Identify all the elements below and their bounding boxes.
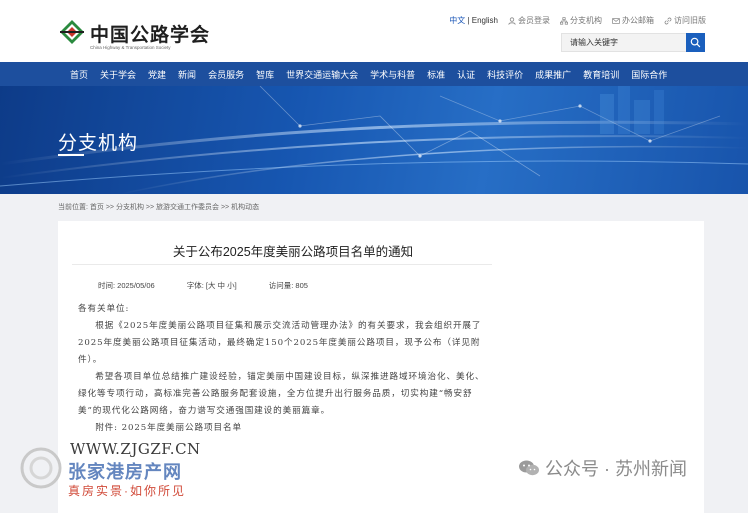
nav-item-think-tank[interactable]: 智库 [256,68,274,81]
nav-item-party[interactable]: 党建 [148,68,166,81]
wechat-icon [519,460,539,476]
search-input[interactable] [562,34,684,51]
attachment-link[interactable]: 附件: 2025年度美丽公路项目名单 [78,420,492,437]
link-icon [664,17,672,24]
search-icon [690,37,701,48]
search-box [561,33,705,52]
watermark-logo-icon [20,447,62,489]
search-button[interactable] [686,33,705,52]
main-nav: 首页 关于学会 党建 新闻 会员服务 智库 世界交通运输大会 学术与科普 标准 … [0,62,748,86]
mail-icon [612,17,620,24]
member-login-link[interactable]: 会员登录 [508,15,550,26]
nav-item-education[interactable]: 教育培训 [583,68,619,81]
article-body: 各有关单位: 根据《2025年度美丽公路项目征集和展示交流活动管理办法》的有关要… [78,301,492,437]
logo-emblem-icon [60,20,84,44]
banner-title: 分支机构 [58,133,139,154]
banner-underline [58,154,84,156]
logo-text: 中国公路学会 [90,24,211,46]
page-banner: 分支机构 [0,86,748,194]
publish-time: 时间: 2025/05/06 [98,281,155,290]
nav-item-certification[interactable]: 认证 [457,68,475,81]
nav-item-academic[interactable]: 学术与科普 [370,68,415,81]
watermark-url: WWW.ZJGZF.CN [70,440,201,458]
office-mail-link[interactable]: 办公邮箱 [612,15,654,26]
nav-item-news[interactable]: 新闻 [178,68,196,81]
nav-item-international[interactable]: 国际合作 [631,68,667,81]
view-count: 访问量: 805 [268,281,308,290]
article-title: 关于公布2025年度美丽公路项目名单的通知 [172,245,414,259]
wechat-account-watermark: 公众号 · 苏州新闻 [518,455,687,481]
lang-english-link[interactable]: English [472,16,498,25]
nav-item-promotion[interactable]: 成果推广 [535,68,571,81]
nav-item-member-service[interactable]: 会员服务 [208,68,244,81]
org-icon [560,16,568,25]
article-meta: 时间: 2025/05/06 字体: [大 中 小] 访问量: 805 [98,280,308,291]
site-logo[interactable]: 中国公路学会 China Highway & Transportation So… [58,18,209,54]
watermark-slogan: 真房实景·如你所见 [68,484,186,498]
user-icon [508,16,516,25]
nav-item-standards[interactable]: 标准 [427,68,445,81]
paragraph-1: 根据《2025年度美丽公路项目征集和展示交流活动管理办法》的有关要求，我会组织开… [78,321,482,365]
site-header: 中国公路学会 China Highway & Transportation So… [0,0,748,62]
paragraph-2: 希望各项目单位总结推广建设经验，锚定美丽中国建设目标，纵深推进路域环境治化、美化… [78,372,485,416]
greeting: 各有关单位: [78,304,130,314]
language-switch: 中文 | English [449,16,498,25]
nav-item-about[interactable]: 关于学会 [100,68,136,81]
logo-subtext: China Highway & Transportation Society [90,45,171,50]
breadcrumb[interactable]: 当前位置: 首页 >> 分支机构 >> 旅游交通工作委员会 >> 机构动态 [58,202,259,212]
watermark-site-name: 张家港房产网 [68,462,182,482]
top-links: 中文 | English 会员登录 分支机构 办公邮箱 访问旧版 [449,15,706,26]
nav-item-tech-evaluation[interactable]: 科技评价 [487,68,523,81]
lang-chinese-link[interactable]: 中文 [449,16,465,25]
title-divider [72,264,492,265]
branch-org-link[interactable]: 分支机构 [560,15,602,26]
font-size-control[interactable]: 字体: [大 中 小] [187,280,237,291]
nav-item-home[interactable]: 首页 [70,68,88,81]
old-version-link[interactable]: 访问旧版 [664,15,706,26]
nav-item-world-congress[interactable]: 世界交通运输大会 [286,68,358,81]
